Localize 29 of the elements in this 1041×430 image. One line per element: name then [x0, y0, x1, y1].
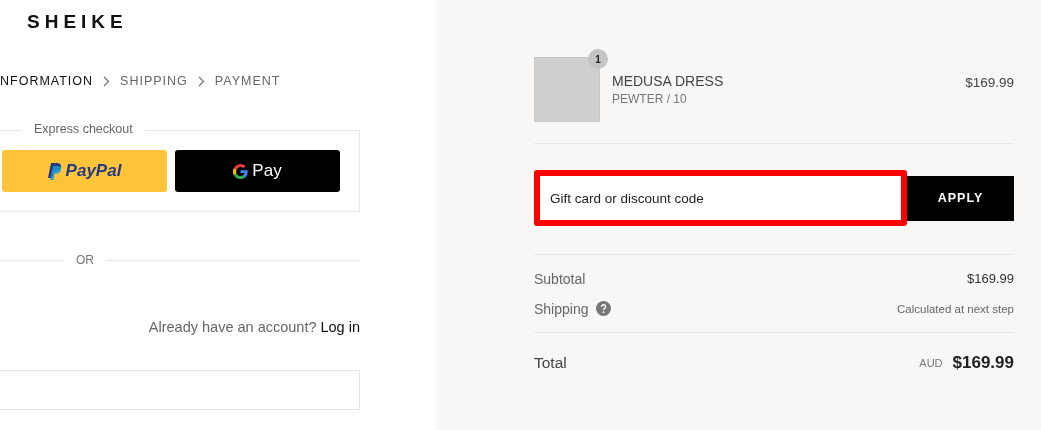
apply-button[interactable]: APPLY — [907, 175, 1014, 221]
breadcrumb-link[interactable]: SHIPPING — [120, 74, 188, 88]
breadcrumb-link[interactable]: PAYMENT — [214, 74, 281, 88]
help-icon[interactable] — [595, 301, 611, 316]
paypal-button[interactable]: PayPal — [2, 150, 167, 192]
currency-code: AUD — [919, 357, 943, 369]
account-prompt: Already have an account? — [148, 319, 317, 335]
express-checkout-title: Express checkout — [22, 122, 145, 136]
divider-label: OR — [75, 253, 95, 267]
subtotal-label: Subtotal — [534, 270, 586, 287]
paypal-p-icon — [47, 162, 62, 180]
shipping-label: Shipping — [534, 300, 589, 317]
google-pay-button[interactable]: Pay — [175, 150, 340, 192]
chevron-icon — [103, 75, 111, 87]
breadcrumb-link[interactable]: NFORMATION — [0, 74, 94, 88]
google-g-icon — [233, 163, 249, 179]
product-name: MEDUSA DRESS — [612, 73, 725, 89]
total-label: Total — [534, 354, 567, 372]
discount-code-field[interactable]: Gift card or discount code — [534, 170, 907, 226]
input-field[interactable] — [0, 370, 360, 410]
shipping-note: Calculated at next step — [897, 302, 1014, 315]
product-variant: PEWTER / 10 — [612, 92, 688, 106]
subtotal-value: $169.99 — [967, 271, 1014, 286]
login-link[interactable]: Log in — [320, 319, 360, 335]
quantity-badge: 1 — [588, 49, 608, 69]
chevron-icon — [197, 75, 205, 87]
total-value: $169.99 — [952, 353, 1014, 373]
product-price: $169.99 — [965, 75, 1014, 90]
brand-logo[interactable]: SHEIKE — [27, 11, 128, 33]
